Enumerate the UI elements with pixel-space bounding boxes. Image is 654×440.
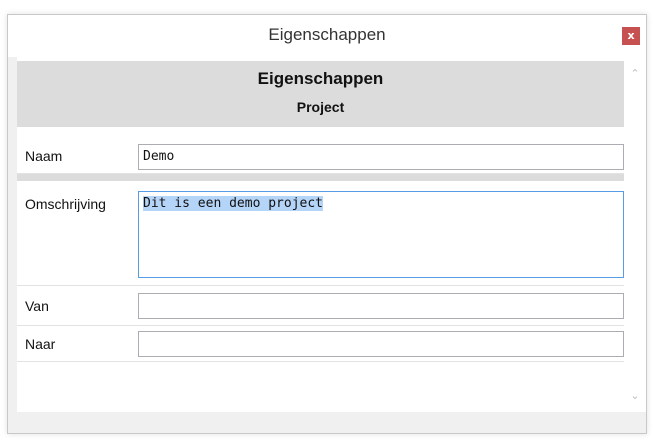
header-title: Eigenschappen <box>257 69 384 88</box>
properties-header: Eigenschappen Project <box>17 61 624 127</box>
close-icon: x <box>627 29 635 42</box>
scroll-down-icon[interactable]: ⌄ <box>624 387 646 405</box>
header-subtitle: Project <box>296 99 345 115</box>
vertical-scrollbar[interactable]: ⌃ ⌄ <box>624 61 646 412</box>
row-naar: Naar <box>17 326 624 362</box>
scroll-up-icon[interactable]: ⌃ <box>624 65 646 83</box>
title-bar[interactable]: Eigenschappen x <box>8 15 646 57</box>
omschrijving-label: Omschrijving <box>25 196 106 212</box>
naam-input[interactable]: Demo <box>138 144 624 170</box>
omschrijving-selected-text: Dit is een demo project <box>143 196 324 211</box>
naam-label: Naam <box>25 148 63 164</box>
row-naam: Naam Demo <box>17 127 624 174</box>
row-omschrijving: Omschrijving Dit is een demo project <box>17 181 624 286</box>
van-label: Van <box>25 298 49 314</box>
properties-panel: Eigenschappen Project Naam Demo Omschrij… <box>17 57 646 412</box>
window-title: Eigenschappen <box>268 25 386 44</box>
naar-input[interactable] <box>138 331 624 357</box>
van-input[interactable] <box>138 293 624 319</box>
properties-dialog: Eigenschappen x Eigenschappen Project Na… <box>7 14 647 434</box>
naar-label: Naar <box>25 336 56 352</box>
separator <box>17 174 624 181</box>
close-button[interactable]: x <box>622 27 640 45</box>
row-van: Van <box>17 286 624 326</box>
omschrijving-textarea[interactable]: Dit is een demo project <box>138 191 624 278</box>
